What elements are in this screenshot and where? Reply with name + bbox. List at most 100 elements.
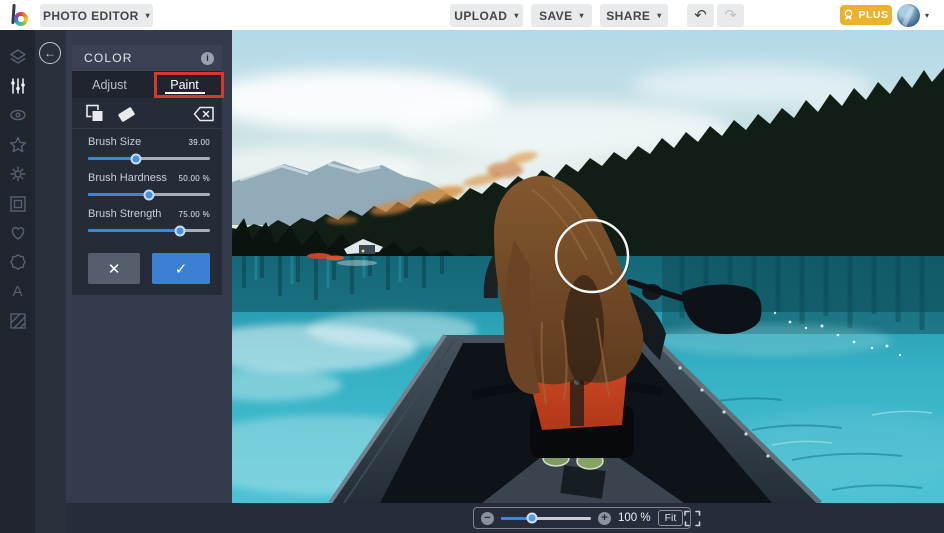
medal-icon xyxy=(845,9,853,20)
frame-icon xyxy=(9,195,26,212)
slider-thumb[interactable] xyxy=(174,225,185,236)
slider-fill xyxy=(88,229,180,232)
back-arrow-icon: ← xyxy=(44,46,56,60)
star-icon xyxy=(9,136,26,153)
tool-panel-background: COLOR i Adjust Paint Brush Size 39.00 Br… xyxy=(66,30,232,503)
top-toolbar: PHOTO EDITOR ▾ UPLOAD ▾ SAVE ▾ SHARE ▾ ↶… xyxy=(0,0,944,30)
zoom-in-button[interactable]: + xyxy=(598,511,611,525)
zoom-slider[interactable] xyxy=(501,512,591,524)
photo-lake-canoe xyxy=(177,30,944,505)
sidebar-item-textures[interactable] xyxy=(0,307,35,336)
badge-seal-icon xyxy=(9,254,26,271)
share-button[interactable]: SHARE ▾ xyxy=(600,4,668,27)
sidebar-item-graphics[interactable] xyxy=(0,218,35,247)
undo-button[interactable]: ↶ xyxy=(687,4,714,27)
layers-icon xyxy=(9,48,26,64)
clear-backspace-icon[interactable] xyxy=(192,103,216,125)
app-switcher-label: PHOTO EDITOR xyxy=(42,8,139,23)
sidebar-item-overlays[interactable] xyxy=(0,248,35,277)
upload-label: UPLOAD xyxy=(454,8,508,23)
plus-label: PLUS xyxy=(858,9,889,21)
chevron-down-icon: ▾ xyxy=(514,10,519,20)
brush-hardness-label: Brush Hardness xyxy=(88,172,167,184)
fit-label: Fit xyxy=(664,512,677,524)
back-button[interactable]: ← xyxy=(39,42,61,64)
texture-icon xyxy=(9,313,26,329)
brush-size-value: 39.00 xyxy=(188,138,210,147)
artsy-splat-icon xyxy=(10,166,25,182)
undo-icon: ↶ xyxy=(694,7,707,24)
sidebar-item-frames[interactable] xyxy=(0,189,35,218)
slider-thumb[interactable] xyxy=(130,153,142,164)
zoom-slider-thumb[interactable] xyxy=(526,512,538,524)
cancel-button[interactable]: ✕ xyxy=(88,253,140,284)
brush-size-row: Brush Size 39.00 xyxy=(88,136,210,164)
slider-fill xyxy=(88,157,136,160)
brush-hardness-row: Brush Hardness 50.00 % xyxy=(88,172,210,200)
info-icon[interactable]: i xyxy=(201,51,214,65)
logo-color-wheel xyxy=(14,12,28,26)
adjust-sliders-icon xyxy=(10,78,25,94)
color-panel: COLOR i Adjust Paint Brush Size 39.00 Br… xyxy=(72,45,222,295)
brush-hardness-value: 50.00 % xyxy=(178,174,210,183)
sidebar-item-edit[interactable] xyxy=(0,71,35,100)
panel-title: COLOR xyxy=(84,51,133,65)
fit-button[interactable]: Fit xyxy=(657,510,684,526)
fullscreen-button[interactable] xyxy=(681,507,703,529)
minus-icon: − xyxy=(484,511,491,524)
chevron-down-icon: ▾ xyxy=(579,10,584,20)
zoom-controls: − + 100 % Fit xyxy=(473,507,692,529)
redo-icon: ↷ xyxy=(724,7,737,24)
sidebar-item-text[interactable]: A xyxy=(0,277,35,306)
panel-back-rail: ← xyxy=(35,30,66,533)
heart-icon xyxy=(11,227,24,240)
fullscreen-icon xyxy=(683,510,700,526)
eye-icon xyxy=(9,110,26,121)
share-label: SHARE xyxy=(606,8,651,23)
sidebar-item-favorites[interactable] xyxy=(0,130,35,159)
redo-button[interactable]: ↷ xyxy=(717,4,744,27)
photo-canvas[interactable] xyxy=(177,30,944,505)
zoom-out-button[interactable]: − xyxy=(481,511,494,525)
brush-size-label: Brush Size xyxy=(88,136,142,148)
sidebar-item-artsy[interactable] xyxy=(0,160,35,189)
plus-icon: + xyxy=(601,511,608,524)
sidebar-item-layers[interactable] xyxy=(0,42,35,71)
tab-paint-label: Paint xyxy=(170,77,199,92)
sidebar-item-effects[interactable] xyxy=(0,101,35,130)
zoom-level: 100 % xyxy=(618,512,651,524)
brush-strength-label: Brush Strength xyxy=(88,208,162,220)
slider-thumb[interactable] xyxy=(143,189,155,200)
brush-hardness-slider[interactable] xyxy=(88,189,210,200)
text-tool-icon: A xyxy=(12,283,23,301)
chevron-down-icon: ▾ xyxy=(657,10,662,20)
chevron-down-icon[interactable]: ▾ xyxy=(925,11,929,20)
user-avatar[interactable] xyxy=(897,4,920,27)
panel-footer: ✕ ✓ xyxy=(88,253,210,284)
apply-button[interactable]: ✓ xyxy=(152,253,210,284)
paint-tools-row xyxy=(72,98,222,129)
panel-header: COLOR i xyxy=(72,45,222,71)
save-label: SAVE xyxy=(539,8,573,23)
tab-paint[interactable]: Paint xyxy=(147,71,222,98)
upload-button[interactable]: UPLOAD ▾ xyxy=(450,4,523,27)
plus-upgrade-badge[interactable]: PLUS xyxy=(840,5,892,25)
active-tab-underline xyxy=(164,92,205,94)
panel-tabs: Adjust Paint xyxy=(72,71,222,98)
chevron-down-icon: ▾ xyxy=(145,10,151,20)
brush-strength-row: Brush Strength 75.00 % xyxy=(88,208,210,236)
tool-sidebar: A xyxy=(0,30,35,533)
befunky-logo-icon[interactable] xyxy=(10,3,34,27)
eraser-tool-icon[interactable] xyxy=(114,103,138,125)
apply-check-icon: ✓ xyxy=(174,260,188,278)
slider-fill xyxy=(88,193,149,196)
tab-adjust[interactable]: Adjust xyxy=(72,71,147,98)
tab-adjust-label: Adjust xyxy=(92,77,127,92)
brush-strength-slider[interactable] xyxy=(88,225,210,236)
app-switcher-button[interactable]: PHOTO EDITOR ▾ xyxy=(40,4,153,27)
save-button[interactable]: SAVE ▾ xyxy=(531,4,592,27)
duplicate-tool-icon[interactable] xyxy=(84,103,106,125)
brush-size-slider[interactable] xyxy=(88,153,210,164)
brush-strength-value: 75.00 % xyxy=(178,210,210,219)
cancel-x-icon: ✕ xyxy=(107,260,121,278)
